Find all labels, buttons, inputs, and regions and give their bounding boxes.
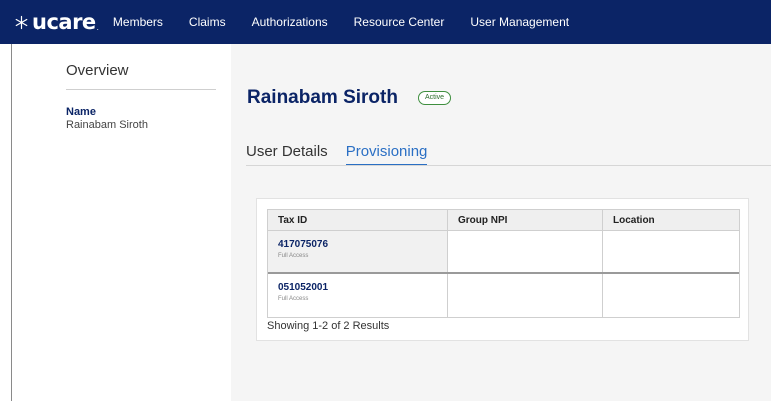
tab-provisioning[interactable]: Provisioning xyxy=(345,143,428,166)
main-content: Rainabam Siroth Active User Details Prov… xyxy=(231,44,771,401)
snowflake-icon xyxy=(15,15,28,29)
tab-bar: User Details Provisioning xyxy=(246,143,445,166)
tax-id-cell: 417075076 Full Access xyxy=(268,231,448,272)
logo-mark: . xyxy=(96,22,99,32)
table-header: Tax ID Group NPI Location xyxy=(268,210,739,231)
page-title: Rainabam Siroth xyxy=(247,87,398,108)
results-count: Showing 1-2 of 2 Results xyxy=(267,320,390,332)
access-level: Full Access xyxy=(278,253,309,259)
table-row[interactable]: 051052001 Full Access xyxy=(268,274,739,317)
nav-claims[interactable]: Claims xyxy=(189,15,226,29)
nav-resource-center[interactable]: Resource Center xyxy=(354,15,445,29)
ucare-logo[interactable]: ucare . xyxy=(14,10,99,34)
main-nav: Members Claims Authorizations Resource C… xyxy=(107,15,595,29)
tab-user-details[interactable]: User Details xyxy=(246,143,328,166)
tax-id-value[interactable]: 051052001 xyxy=(278,282,447,293)
nav-members[interactable]: Members xyxy=(113,15,163,29)
column-header-tax-id[interactable]: Tax ID xyxy=(268,210,448,230)
sidebar-overview-heading[interactable]: Overview xyxy=(66,62,129,79)
status-badge: Active xyxy=(418,91,452,105)
sidebar: Overview Name Rainabam Siroth xyxy=(12,44,231,401)
table-row[interactable]: 417075076 Full Access xyxy=(268,231,739,274)
tax-id-cell: 051052001 Full Access xyxy=(268,274,448,317)
name-label: Name xyxy=(66,106,96,118)
access-level: Full Access xyxy=(278,296,309,302)
sidebar-divider xyxy=(66,89,216,90)
location-cell xyxy=(603,231,739,272)
logo-text: ucare xyxy=(32,10,96,34)
name-value: Rainabam Siroth xyxy=(66,119,148,131)
column-header-group-npi[interactable]: Group NPI xyxy=(448,210,603,230)
column-header-location[interactable]: Location xyxy=(603,210,739,230)
top-nav-bar: ucare . Members Claims Authorizations Re… xyxy=(0,0,771,44)
location-cell xyxy=(603,274,739,317)
group-npi-cell xyxy=(448,231,603,272)
group-npi-cell xyxy=(448,274,603,317)
nav-authorizations[interactable]: Authorizations xyxy=(252,15,328,29)
nav-user-management[interactable]: User Management xyxy=(470,15,569,29)
provisioning-card: Tax ID Group NPI Location 417075076 Full… xyxy=(256,198,749,341)
provisioning-table: Tax ID Group NPI Location 417075076 Full… xyxy=(267,209,740,318)
tax-id-value[interactable]: 417075076 xyxy=(278,239,447,250)
tab-divider xyxy=(246,165,771,166)
